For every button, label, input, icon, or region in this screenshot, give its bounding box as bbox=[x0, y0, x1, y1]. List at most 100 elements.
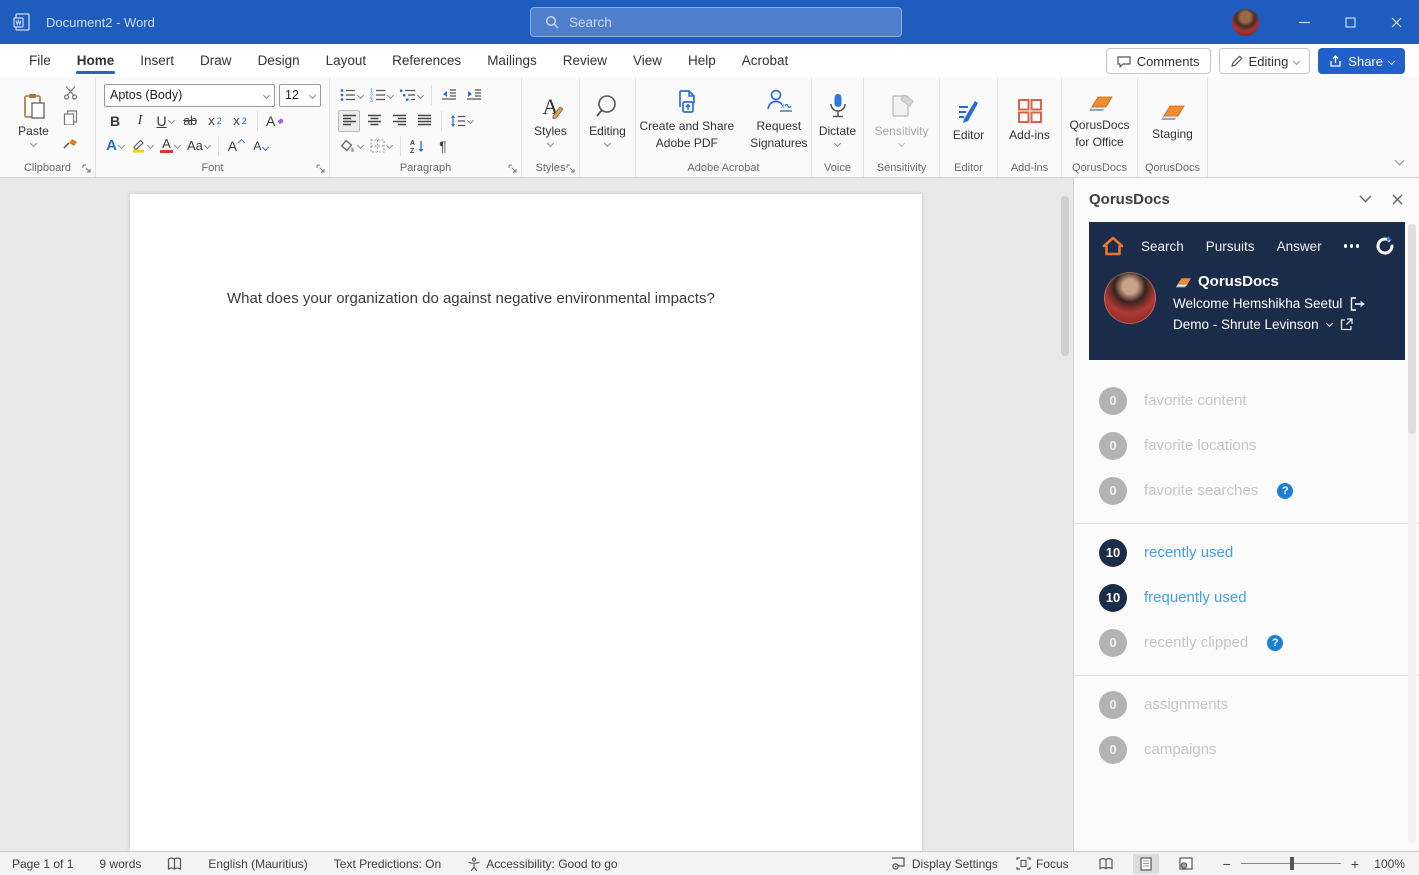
tab-mailings[interactable]: Mailings bbox=[474, 46, 550, 75]
comments-button[interactable]: Comments bbox=[1105, 48, 1211, 74]
tab-insert[interactable]: Insert bbox=[127, 46, 187, 75]
tab-review[interactable]: Review bbox=[550, 46, 620, 75]
shading-button[interactable] bbox=[338, 135, 365, 157]
panel-close-icon[interactable] bbox=[1392, 194, 1403, 205]
panel-nav-answer[interactable]: Answer bbox=[1277, 239, 1322, 254]
editing-button[interactable]: Editing bbox=[584, 89, 631, 147]
display-settings-button[interactable]: Display Settings bbox=[891, 857, 998, 871]
text-effects-button[interactable]: A bbox=[104, 135, 126, 157]
clear-formatting-button[interactable]: A bbox=[264, 110, 287, 132]
strikethrough-button[interactable]: ab bbox=[179, 110, 201, 132]
document-scrollbar[interactable] bbox=[1059, 182, 1071, 847]
titlebar-search-input[interactable]: Search bbox=[530, 7, 902, 37]
close-button[interactable] bbox=[1373, 0, 1419, 44]
logout-icon[interactable] bbox=[1350, 296, 1365, 311]
more-menu-icon[interactable] bbox=[1343, 244, 1360, 248]
tab-view[interactable]: View bbox=[620, 46, 675, 75]
tab-layout[interactable]: Layout bbox=[313, 46, 380, 75]
panel-scrollbar[interactable] bbox=[1408, 224, 1416, 843]
borders-button[interactable] bbox=[368, 135, 394, 157]
zoom-in-button[interactable]: + bbox=[1351, 856, 1359, 872]
panel-nav-search[interactable]: Search bbox=[1141, 239, 1184, 254]
tab-file[interactable]: File bbox=[16, 46, 64, 75]
copy-button[interactable] bbox=[60, 107, 82, 129]
sync-icon[interactable] bbox=[1373, 234, 1397, 258]
help-badge-icon[interactable]: ? bbox=[1277, 482, 1294, 499]
web-layout-view-button[interactable] bbox=[1173, 854, 1199, 874]
share-button[interactable]: Share bbox=[1318, 48, 1405, 74]
shrink-font-button[interactable]: A bbox=[250, 135, 272, 157]
page-indicator[interactable]: Page 1 of 1 bbox=[12, 857, 73, 871]
zoom-slider[interactable] bbox=[1240, 857, 1341, 870]
underline-button[interactable]: U bbox=[154, 110, 176, 132]
multilevel-list-button[interactable] bbox=[398, 84, 425, 106]
print-layout-view-button[interactable] bbox=[1132, 853, 1159, 874]
paste-button[interactable]: Paste bbox=[13, 89, 54, 147]
list-item-frequently-used[interactable]: 10 frequently used bbox=[1074, 575, 1419, 620]
panel-chevron-down-icon[interactable] bbox=[1359, 195, 1372, 203]
panel-nav-pursuits[interactable]: Pursuits bbox=[1206, 239, 1255, 254]
subscript-button[interactable]: x2 bbox=[204, 110, 226, 132]
paragraph-dialog-launcher-icon[interactable] bbox=[508, 164, 517, 173]
justify-button[interactable] bbox=[413, 110, 435, 132]
tab-help[interactable]: Help bbox=[675, 46, 729, 75]
show-paragraph-marks-button[interactable]: ¶ bbox=[432, 135, 454, 157]
request-signatures-button[interactable]: x Request Signatures bbox=[745, 84, 812, 151]
align-left-button[interactable] bbox=[338, 109, 360, 132]
language-indicator[interactable]: English (Mauritius) bbox=[208, 857, 307, 871]
list-item-recently-used[interactable]: 10 recently used bbox=[1074, 530, 1419, 575]
focus-button[interactable]: Focus bbox=[1016, 857, 1069, 871]
clipboard-dialog-launcher-icon[interactable] bbox=[82, 164, 91, 173]
bullets-button[interactable] bbox=[338, 84, 365, 106]
dictate-button[interactable]: Dictate bbox=[814, 89, 861, 147]
font-color-button[interactable]: A bbox=[158, 135, 182, 157]
styles-button[interactable]: A Styles bbox=[529, 89, 572, 147]
decrease-indent-button[interactable] bbox=[438, 84, 460, 106]
font-size-combobox[interactable]: 12 bbox=[279, 83, 321, 107]
font-dialog-launcher-icon[interactable] bbox=[316, 164, 325, 173]
italic-button[interactable]: I bbox=[129, 110, 151, 132]
word-count[interactable]: 9 words bbox=[99, 857, 141, 871]
home-icon[interactable] bbox=[1101, 235, 1125, 257]
format-painter-button[interactable] bbox=[60, 132, 82, 154]
collapse-ribbon-icon[interactable] bbox=[1394, 151, 1405, 169]
increase-indent-button[interactable] bbox=[463, 84, 485, 106]
editing-mode-dropdown[interactable]: Editing bbox=[1218, 48, 1311, 74]
user-avatar[interactable] bbox=[1232, 8, 1259, 36]
zoom-slider-thumb[interactable] bbox=[1289, 857, 1294, 870]
editor-button[interactable]: Editor bbox=[948, 93, 989, 143]
panel-user-avatar[interactable] bbox=[1104, 272, 1156, 324]
tab-draw[interactable]: Draw bbox=[187, 46, 245, 75]
staging-button[interactable]: Staging bbox=[1147, 94, 1198, 142]
qorusdocs-for-office-button[interactable]: QorusDocs for Office bbox=[1064, 85, 1134, 150]
help-badge-icon[interactable]: ? bbox=[1267, 634, 1284, 651]
bold-button[interactable]: B bbox=[104, 110, 126, 132]
create-share-adobe-pdf-button[interactable]: Create and Share Adobe PDF bbox=[634, 84, 739, 151]
word-app-icon[interactable] bbox=[12, 12, 32, 32]
sort-button[interactable]: AZ bbox=[407, 135, 429, 157]
tab-references[interactable]: References bbox=[379, 46, 474, 75]
styles-dialog-launcher-icon[interactable] bbox=[566, 164, 575, 173]
cut-button[interactable] bbox=[60, 82, 82, 104]
tab-home[interactable]: Home bbox=[64, 46, 128, 75]
line-spacing-button[interactable] bbox=[448, 110, 475, 132]
tab-design[interactable]: Design bbox=[245, 46, 313, 75]
align-center-button[interactable] bbox=[363, 110, 385, 132]
chevron-down-icon[interactable] bbox=[1325, 319, 1333, 327]
text-predictions[interactable]: Text Predictions: On bbox=[334, 857, 441, 871]
accessibility-status[interactable]: Accessibility: Good to go bbox=[467, 857, 618, 871]
minimize-button[interactable] bbox=[1281, 0, 1327, 44]
document-page[interactable]: What does your organization do against n… bbox=[130, 194, 922, 851]
proofing-icon[interactable] bbox=[167, 857, 182, 871]
zoom-out-button[interactable]: − bbox=[1223, 856, 1231, 872]
superscript-button[interactable]: x2 bbox=[229, 110, 251, 132]
document-text[interactable]: What does your organization do against n… bbox=[227, 290, 715, 307]
account-selector[interactable]: Demo - Shrute Levinson bbox=[1173, 317, 1319, 332]
change-case-button[interactable]: Aa bbox=[185, 135, 212, 157]
numbering-button[interactable]: 123 bbox=[368, 84, 395, 106]
text-highlight-button[interactable] bbox=[129, 135, 155, 157]
tab-acrobat[interactable]: Acrobat bbox=[729, 46, 802, 75]
font-name-combobox[interactable]: Aptos (Body) bbox=[104, 83, 275, 107]
read-mode-view-button[interactable] bbox=[1093, 854, 1119, 874]
addins-button[interactable]: Add-ins bbox=[1004, 93, 1055, 143]
